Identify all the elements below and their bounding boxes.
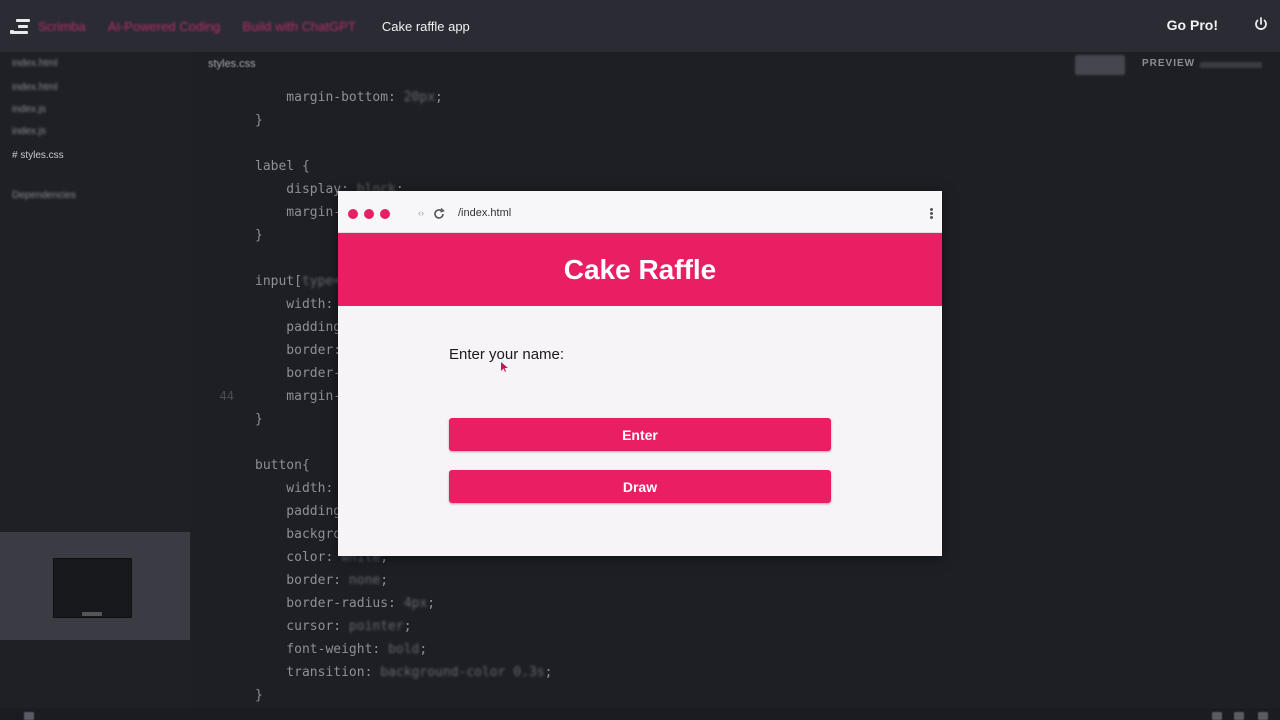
code-value: pointer [348, 619, 404, 634]
more-options-icon[interactable] [930, 208, 934, 220]
code-token: border: [255, 343, 349, 358]
breadcrumb-item[interactable]: Build with ChatGPT [242, 19, 355, 34]
code-text: cursor: pointer; [255, 615, 412, 638]
code-token: cursor: [255, 619, 349, 634]
code-token: padding [255, 320, 342, 335]
code-token: width: [255, 297, 342, 312]
monitor-stand [82, 612, 102, 616]
code-token: transition: [255, 665, 381, 680]
breadcrumb-item[interactable]: Scrimba [38, 19, 86, 34]
code-token: backgro [255, 527, 342, 542]
code-token: font-weight: [255, 642, 389, 657]
browser-dot-close[interactable] [348, 209, 358, 219]
code-token: border: [255, 573, 349, 588]
run-button[interactable] [1075, 55, 1125, 75]
code-token: margin- [255, 205, 342, 220]
code-token: margin-bottom: [255, 90, 404, 105]
code-value: background-color 0.3s [380, 665, 545, 680]
code-token: label { [255, 159, 310, 174]
code-text: margin-bottom: 20px; [255, 86, 443, 109]
browser-chrome: ‹› /index.html [338, 191, 942, 233]
volume-icon[interactable] [1212, 712, 1222, 720]
code-value: none [348, 573, 381, 588]
app-title: Cake Raffle [563, 253, 717, 285]
code-punct: ; [435, 90, 443, 105]
enter-button[interactable]: Enter [449, 418, 831, 451]
nav-arrows-icon[interactable]: ‹› [418, 208, 424, 218]
code-token: width: [255, 481, 342, 496]
sidebar-dependencies[interactable]: Dependencies [12, 190, 76, 201]
scrimba-logo-icon[interactable] [10, 18, 30, 34]
power-icon[interactable] [1254, 17, 1268, 31]
code-token: border- [255, 366, 342, 381]
code-token: } [255, 412, 263, 427]
code-text: border-radius: 4px; [255, 592, 435, 615]
breadcrumb-item[interactable]: AI-Powered Coding [108, 19, 221, 34]
code-text: border: none; [255, 569, 388, 592]
file-item-placeholder[interactable]: index.js [12, 126, 46, 137]
draw-button[interactable]: Draw [449, 470, 831, 503]
file-item-styles-css[interactable]: # styles.css [12, 150, 64, 161]
code-token: } [255, 113, 263, 128]
code-value: 20px [403, 90, 436, 105]
file-item-index-js[interactable]: index.js [12, 104, 46, 115]
code-punct: ; [427, 596, 436, 611]
code-text: font-weight: bold; [255, 638, 427, 661]
code-text: } [255, 408, 263, 431]
code-token: } [255, 228, 263, 243]
go-pro-button[interactable]: Go Pro! [1167, 17, 1218, 33]
code-token: } [255, 688, 263, 703]
preview-browser-window: ‹› /index.html Cake Raffle Enter your na… [338, 191, 942, 556]
file-item-index-html[interactable]: index.html [12, 82, 58, 93]
code-value: bold [388, 642, 420, 657]
url-bar[interactable]: /index.html [458, 207, 511, 219]
code-token: button{ [255, 458, 310, 473]
pause-icon[interactable] [24, 712, 34, 720]
editor-tab-styles-css[interactable]: styles.css [208, 58, 256, 70]
breadcrumb-current: Cake raffle app [381, 18, 470, 34]
code-token: color: [255, 550, 342, 565]
preview-tab[interactable]: PREVIEW [1142, 58, 1195, 69]
code-token: border-radius: [255, 596, 404, 611]
code-token: margin- [255, 389, 342, 404]
code-punct: ; [544, 665, 553, 680]
settings-icon[interactable] [1234, 712, 1244, 720]
top-bar: Scrimba AI-Powered Coding Build with Cha… [0, 0, 1280, 52]
browser-dot-minimize[interactable] [364, 209, 374, 219]
code-value: 4px [403, 596, 428, 611]
browser-dot-expand[interactable] [380, 209, 390, 219]
code-token: padding [255, 504, 342, 519]
code-punct: ; [403, 619, 412, 634]
code-text: } [255, 224, 263, 247]
code-text: } [255, 684, 263, 707]
code-text: } [255, 109, 263, 132]
bottom-bar [0, 708, 1280, 720]
code-token: input[ [255, 274, 302, 289]
code-text: button{ [255, 454, 310, 477]
reload-icon[interactable] [432, 207, 446, 221]
app-header: Cake Raffle [338, 233, 942, 306]
monitor-icon [53, 558, 132, 618]
code-text: transition: background-color 0.3s; [255, 661, 552, 684]
code-punct: ; [419, 642, 428, 657]
line-number: 44 [219, 389, 234, 403]
code-punct: ; [380, 573, 389, 588]
sidebar-section-files[interactable]: index.html [12, 58, 58, 69]
mouse-cursor-icon [501, 359, 509, 372]
fullscreen-icon[interactable] [1258, 712, 1268, 720]
code-text: label { [255, 155, 310, 178]
toolbar-option[interactable] [1200, 62, 1262, 68]
